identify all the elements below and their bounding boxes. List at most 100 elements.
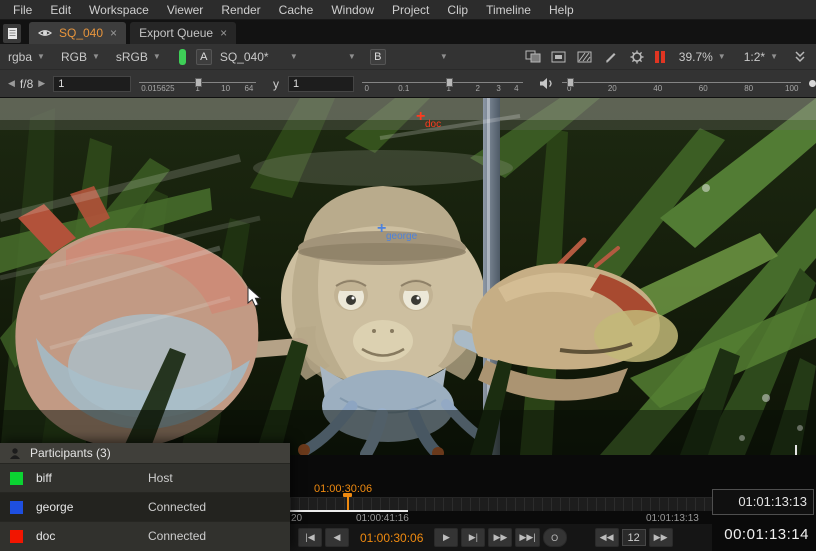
fstop-label: f/8 bbox=[17, 77, 36, 91]
tab-bar: SQ_040 × Export Queue × bbox=[0, 20, 816, 44]
fstop-prev-icon[interactable]: ◀ bbox=[6, 78, 17, 89]
participant-row-doc[interactable]: doc Connected bbox=[0, 521, 290, 550]
annotate-pen-icon[interactable] bbox=[603, 49, 619, 65]
menu-viewer[interactable]: Viewer bbox=[158, 0, 212, 20]
volume-tick: 40 bbox=[653, 84, 662, 93]
proxy-dropdown[interactable]: 1:2*▼ bbox=[740, 48, 782, 66]
tab-close-icon[interactable]: × bbox=[220, 27, 227, 39]
participant-name: doc bbox=[36, 529, 148, 543]
mouse-cursor bbox=[247, 286, 261, 307]
fstop-next-icon[interactable]: ▶ bbox=[36, 78, 47, 89]
gain-tick: 0.015625 bbox=[141, 84, 174, 93]
participants-title: Participants (3) bbox=[30, 446, 111, 460]
marker-george: + george bbox=[377, 224, 417, 242]
menu-workspace[interactable]: Workspace bbox=[80, 0, 158, 20]
play-button[interactable]: ▶ bbox=[434, 528, 458, 547]
tab-export-queue[interactable]: Export Queue × bbox=[130, 22, 236, 44]
jump-forward-button[interactable]: ▶▶ bbox=[649, 528, 673, 547]
participant-status: Connected bbox=[148, 500, 206, 514]
menu-render[interactable]: Render bbox=[212, 0, 269, 20]
input-b-dropdown[interactable]: ▼ bbox=[390, 50, 452, 63]
gamma-tick: 0 bbox=[365, 84, 369, 93]
fullscreen-icon[interactable] bbox=[551, 49, 567, 65]
pause-render-icon[interactable] bbox=[655, 51, 665, 63]
double-chevron-icon[interactable] bbox=[792, 49, 808, 65]
gamma-tick: 0.1 bbox=[398, 84, 409, 93]
chevron-down-icon: ▼ bbox=[770, 52, 778, 61]
wipe-mode-dropdown[interactable]: ▼ bbox=[340, 50, 360, 63]
status-pill-green bbox=[179, 49, 186, 65]
menu-project[interactable]: Project bbox=[383, 0, 438, 20]
gain-tick: 10 bbox=[221, 84, 230, 93]
go-to-end-button[interactable]: ▶▶| bbox=[515, 528, 539, 547]
gamma-input[interactable] bbox=[288, 76, 354, 92]
input-a-chip[interactable]: A bbox=[196, 49, 212, 65]
mask-overlay-icon[interactable] bbox=[577, 49, 593, 65]
tab-label: SQ_040 bbox=[59, 26, 103, 40]
participant-row-george[interactable]: george Connected bbox=[0, 492, 290, 521]
tab-label: Export Queue bbox=[139, 26, 213, 40]
settings-gear-icon[interactable] bbox=[629, 49, 645, 65]
frame-forward-button[interactable]: ▶| bbox=[461, 528, 485, 547]
participant-status: Host bbox=[148, 471, 173, 485]
audio-indicator-dot bbox=[809, 80, 816, 87]
chevron-down-icon: ▼ bbox=[718, 52, 726, 61]
zoom-dropdown[interactable]: 39.7%▼ bbox=[675, 48, 730, 66]
menu-cache[interactable]: Cache bbox=[270, 0, 323, 20]
volume-slider[interactable]: 0 20 40 60 80 100 bbox=[562, 73, 801, 95]
colorspace-dropdown[interactable]: sRGB▼ bbox=[112, 48, 165, 66]
chevron-down-icon: ▼ bbox=[92, 52, 100, 61]
crab-scene-image bbox=[0, 98, 816, 455]
input-a-dropdown[interactable]: SQ_040*▼ bbox=[216, 48, 302, 66]
participant-row-biff[interactable]: biff Host bbox=[0, 463, 290, 492]
exposure-row: ◀ f/8 ▶ 0.015625 1 10 64 y 0 0.1 1 2 3 4 bbox=[0, 70, 816, 98]
fast-forward-button[interactable]: ▶▶ bbox=[488, 528, 512, 547]
volume-slider-track bbox=[562, 82, 801, 83]
volume-tick: 60 bbox=[699, 84, 708, 93]
gamma-slider-track bbox=[362, 82, 523, 83]
eye-icon bbox=[38, 28, 52, 38]
volume-tick: 20 bbox=[608, 84, 617, 93]
cache-progress-line bbox=[290, 510, 408, 512]
menu-help[interactable]: Help bbox=[540, 0, 583, 20]
gamma-slider-handle[interactable] bbox=[446, 78, 453, 87]
volume-tick: 80 bbox=[744, 84, 753, 93]
playhead-line[interactable] bbox=[347, 496, 349, 511]
fps-value[interactable]: 12 bbox=[622, 529, 646, 546]
menu-file[interactable]: File bbox=[4, 0, 41, 20]
gain-slider-handle[interactable] bbox=[195, 78, 202, 87]
menu-edit[interactable]: Edit bbox=[41, 0, 80, 20]
speaker-icon[interactable] bbox=[539, 76, 554, 92]
panel-icon[interactable] bbox=[3, 24, 21, 43]
gain-input[interactable] bbox=[53, 76, 131, 92]
viewer-toolbar: rgba▼ RGB▼ sRGB▼ A SQ_040*▼ ▼ B ▼ bbox=[0, 44, 816, 70]
channels-value: rgba bbox=[8, 50, 32, 64]
document-icon bbox=[7, 27, 18, 40]
layout-compare-icon[interactable] bbox=[525, 49, 541, 65]
gamma-slider[interactable]: 0 0.1 1 2 3 4 bbox=[362, 73, 523, 95]
menu-clip[interactable]: Clip bbox=[438, 0, 477, 20]
participants-header: Participants (3) bbox=[0, 443, 290, 463]
volume-slider-handle[interactable] bbox=[567, 78, 574, 87]
channels-dropdown[interactable]: rgba▼ bbox=[4, 48, 49, 66]
menu-window[interactable]: Window bbox=[322, 0, 383, 20]
loop-button[interactable]: O bbox=[543, 528, 567, 547]
gamma-tick: 4 bbox=[514, 84, 518, 93]
ruler-label-end: 01:01:13:13 bbox=[646, 513, 699, 524]
viewer-canvas[interactable]: + doc + george bbox=[0, 98, 816, 455]
menu-timeline[interactable]: Timeline bbox=[477, 0, 540, 20]
gain-slider[interactable]: 0.015625 1 10 64 bbox=[139, 73, 256, 95]
frame-back-button[interactable]: ◀ bbox=[325, 528, 349, 547]
input-b-chip[interactable]: B bbox=[370, 49, 386, 65]
current-timecode[interactable]: 01:00:30:06 bbox=[352, 531, 431, 545]
go-to-start-button[interactable]: |◀ bbox=[298, 528, 322, 547]
display-dropdown[interactable]: RGB▼ bbox=[57, 48, 104, 66]
tab-sq040[interactable]: SQ_040 × bbox=[29, 22, 126, 44]
timeline-ruler[interactable] bbox=[290, 497, 712, 511]
out-timecode-display[interactable]: 01:01:13:13 bbox=[712, 489, 814, 515]
marker-label: george bbox=[386, 232, 417, 242]
chevron-down-icon: ▼ bbox=[290, 52, 298, 61]
tab-close-icon[interactable]: × bbox=[110, 27, 117, 39]
volume-tick: 100 bbox=[785, 84, 798, 93]
jump-back-button[interactable]: ◀◀ bbox=[595, 528, 619, 547]
